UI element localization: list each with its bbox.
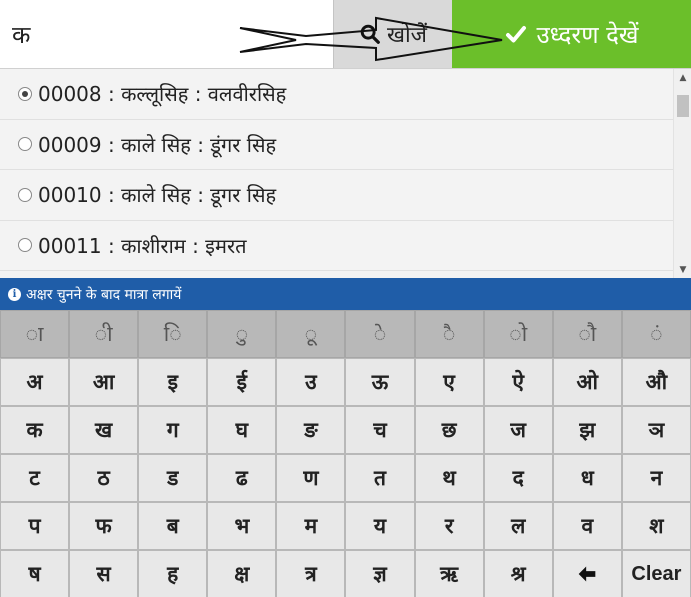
letter-key[interactable]: ध (552, 454, 622, 502)
letter-key[interactable]: म (276, 502, 346, 550)
letter-key[interactable]: इ (138, 358, 208, 406)
letter-key[interactable]: ई (207, 358, 277, 406)
letter-key[interactable]: ओ (552, 358, 622, 406)
keyboard-row: पफबभमयरलवश (0, 502, 691, 550)
letter-key[interactable]: ऋ (414, 550, 484, 597)
letter-key[interactable]: श्र (483, 550, 553, 597)
letter-key[interactable]: ज (483, 406, 553, 454)
letter-key[interactable]: क (0, 406, 70, 454)
result-items: 00008 : कल्लूसिह : वलवीरसिह 00009 : काले … (0, 69, 673, 271)
scroll-thumb[interactable] (677, 95, 689, 117)
scroll-up-icon[interactable]: ▲ (674, 69, 691, 87)
matra-key[interactable]: ि (138, 310, 208, 358)
letter-key[interactable]: ग (138, 406, 208, 454)
letter-key[interactable]: ह (138, 550, 208, 597)
scrollbar[interactable]: ▲ ▼ (673, 69, 691, 278)
list-item-label: 00008 : कल्लूसिह : वलवीरसिह (38, 82, 287, 107)
top-bar: खोजें उध्दरण देखें (0, 0, 691, 68)
letter-key[interactable]: र (414, 502, 484, 550)
list-item[interactable]: 00009 : काले सिह : डूंगर सिह (0, 120, 673, 170)
matra-key[interactable]: ौ (552, 310, 622, 358)
letter-key[interactable]: आ (69, 358, 139, 406)
letter-key[interactable]: औ (621, 358, 691, 406)
search-input[interactable] (0, 0, 333, 68)
view-citation-button[interactable]: उध्दरण देखें (452, 0, 691, 68)
matra-row: ाीिुूेैोौं (0, 310, 691, 358)
keyboard-row: टठडढणतथदधन (0, 454, 691, 502)
hindi-keyboard: ाीिुूेैोौं अ आ इ ई उ ऊ ए ऐ ओ औ क ख ग घ ङ च छ ज झ ञ ट ठ ड ढ ण त थ द ध न… (0, 310, 691, 597)
list-item-label: 00009 : काले सिह : डूंगर सिह (38, 132, 277, 157)
letter-key[interactable]: छ (414, 406, 484, 454)
letter-key[interactable]: द (483, 454, 553, 502)
letter-key[interactable]: श (621, 502, 691, 550)
matra-key[interactable]: े (345, 310, 415, 358)
backspace-key[interactable] (552, 550, 622, 597)
letter-key[interactable]: ज्ञ (345, 550, 415, 597)
list-item[interactable]: 00010 : काले सिह : डूगर सिह (0, 170, 673, 221)
letter-key[interactable]: क्ष (207, 550, 277, 597)
search-button[interactable]: खोजें (333, 0, 452, 68)
letter-key[interactable]: य (345, 502, 415, 550)
letter-key[interactable]: ब (138, 502, 208, 550)
matra-key[interactable]: ु (207, 310, 277, 358)
letter-key[interactable]: घ (207, 406, 277, 454)
letter-key[interactable]: ङ (276, 406, 346, 454)
matra-key[interactable]: ं (621, 310, 691, 358)
matra-key[interactable]: ै (414, 310, 484, 358)
info-bar: i अक्षर चुनने के बाद मात्रा लगायें (0, 278, 691, 310)
letter-key[interactable]: ण (276, 454, 346, 502)
letter-key[interactable]: व (552, 502, 622, 550)
letter-key[interactable]: ढ (207, 454, 277, 502)
letter-key[interactable]: थ (414, 454, 484, 502)
list-item[interactable]: 00008 : कल्लूसिह : वलवीरसिह (0, 69, 673, 120)
letter-key[interactable]: ञ (621, 406, 691, 454)
keyboard-row: अआइईउऊएऐओऔ (0, 358, 691, 406)
scroll-down-icon[interactable]: ▼ (674, 261, 691, 278)
radio-button[interactable] (18, 86, 32, 101)
result-list: 00008 : कल्लूसिह : वलवीरसिह 00009 : काले … (0, 68, 691, 278)
letter-key[interactable]: ऊ (345, 358, 415, 406)
clear-key[interactable]: Clear (621, 550, 691, 597)
letter-key[interactable]: स (69, 550, 139, 597)
letter-key[interactable]: ट (0, 454, 70, 502)
search-icon (360, 24, 380, 44)
letter-key[interactable]: झ (552, 406, 622, 454)
list-item[interactable]: 00011 : काशीराम : इमरत (0, 221, 673, 271)
letter-key[interactable]: न (621, 454, 691, 502)
letter-key[interactable]: ख (69, 406, 139, 454)
letter-key[interactable]: ठ (69, 454, 139, 502)
matra-key[interactable]: ू (276, 310, 346, 358)
radio-button[interactable] (18, 238, 32, 253)
info-text: अक्षर चुनने के बाद मात्रा लगायें (26, 286, 182, 303)
letter-key[interactable]: त्र (276, 550, 346, 597)
letter-key[interactable]: ष (0, 550, 70, 597)
view-button-label: उध्दरण देखें (536, 20, 639, 49)
list-item-label: 00011 : काशीराम : इमरत (38, 233, 247, 258)
keyboard-row: ष स ह क्ष त्र ज्ञ ऋ श्र Clear (0, 550, 691, 597)
letter-key[interactable]: ड (138, 454, 208, 502)
matra-key[interactable]: ा (0, 310, 70, 358)
matra-key[interactable]: ो (483, 310, 553, 358)
info-icon: i (8, 287, 21, 301)
letter-key[interactable]: फ (69, 502, 139, 550)
radio-button[interactable] (18, 187, 32, 202)
letter-key[interactable]: उ (276, 358, 346, 406)
letter-key[interactable]: प (0, 502, 70, 550)
keyboard-row: कखगघङचछजझञ (0, 406, 691, 454)
letter-key[interactable]: त (345, 454, 415, 502)
check-icon (506, 26, 527, 43)
letter-key[interactable]: अ (0, 358, 70, 406)
search-button-label: खोजें (386, 23, 428, 48)
radio-button[interactable] (18, 137, 32, 152)
letter-key[interactable]: च (345, 406, 415, 454)
list-item-label: 00010 : काले सिह : डूगर सिह (38, 183, 277, 208)
left-arrow-icon (578, 566, 596, 582)
letter-key[interactable]: ए (414, 358, 484, 406)
letter-key[interactable]: ऐ (483, 358, 553, 406)
letter-key[interactable]: भ (207, 502, 277, 550)
matra-key[interactable]: ी (69, 310, 139, 358)
letter-key[interactable]: ल (483, 502, 553, 550)
